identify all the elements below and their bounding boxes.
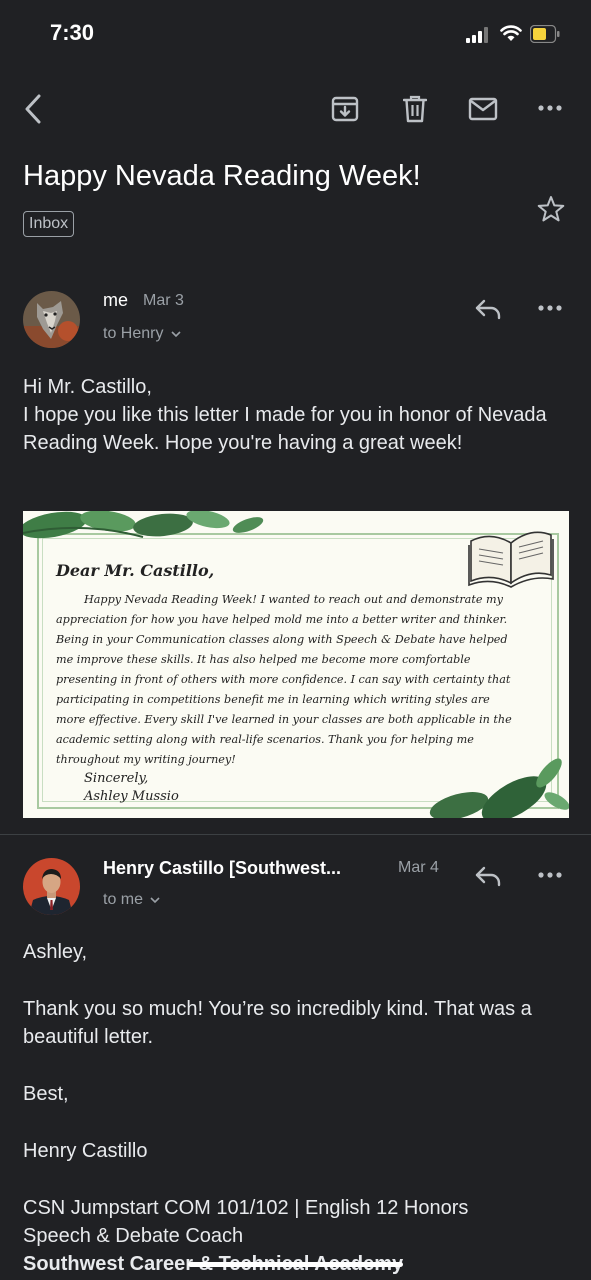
mark-unread-button[interactable] — [465, 92, 501, 126]
more-options-button[interactable] — [535, 96, 565, 120]
more-icon — [538, 872, 562, 878]
body-paragraph: Hi Mr. Castillo, — [23, 376, 152, 398]
recipient-details[interactable]: to me — [103, 891, 161, 909]
body-paragraph: Best, — [23, 1083, 69, 1105]
message-date: Mar 3 — [143, 292, 184, 309]
star-button[interactable] — [535, 193, 567, 225]
email-subject: Happy Nevada Reading Week! — [23, 160, 421, 192]
message-date: Mar 4 — [398, 859, 439, 876]
cellular-signal-icon — [466, 27, 488, 43]
battery-icon — [530, 25, 560, 43]
back-button[interactable] — [18, 92, 48, 126]
body-paragraph: I hope you like this letter I made for y… — [23, 404, 547, 454]
message-more-button[interactable] — [535, 863, 565, 887]
reply-button[interactable] — [472, 861, 504, 891]
sender-avatar-me[interactable] — [23, 291, 80, 348]
letter-body: Happy Nevada Reading Week! I wanted to r… — [56, 593, 512, 766]
trash-icon — [403, 95, 427, 123]
delete-button[interactable] — [398, 92, 432, 126]
signature-title: Speech & Debate Coach — [23, 1225, 244, 1247]
recipient-text: to me — [103, 891, 144, 908]
message-divider — [0, 834, 591, 835]
archive-icon — [331, 96, 359, 122]
more-icon — [538, 305, 562, 311]
chevron-down-icon — [150, 897, 161, 904]
mail-icon — [468, 97, 498, 121]
recipient-text: to Henry — [103, 325, 164, 342]
body-paragraph: Thank you so much! You’re so incredibly … — [23, 998, 532, 1048]
body-paragraph: Ashley, — [23, 941, 88, 963]
more-icon — [538, 105, 562, 111]
wifi-icon — [500, 25, 522, 41]
sender-avatar-henry[interactable] — [23, 858, 80, 915]
leaf-decoration-icon — [23, 511, 264, 539]
reply-icon — [475, 866, 501, 887]
sender-name: me — [103, 290, 129, 310]
inbox-label[interactable]: Inbox — [23, 211, 75, 237]
signature-title: CSN Jumpstart COM 101/102 | English 12 H… — [23, 1197, 469, 1219]
letter-signature: Ashley Mussio — [84, 789, 179, 804]
archive-button[interactable] — [328, 92, 362, 126]
sender-name: Henry Castillo [Southwest... — [103, 858, 342, 878]
letter-image[interactable]: Dear Mr. Castillo, Happy Nevada Reading … — [23, 511, 569, 818]
letter-closing: Sincerely, — [84, 771, 149, 786]
status-time: 7:30 — [50, 20, 95, 45]
signature-name: Henry Castillo — [23, 1140, 148, 1162]
message-body: Hi Mr. Castillo, I hope you like this le… — [23, 373, 568, 457]
message-more-button[interactable] — [535, 296, 565, 320]
home-indicator[interactable] — [188, 1262, 403, 1267]
letter-content: Dear Mr. Castillo, Happy Nevada Reading … — [56, 561, 516, 806]
reply-icon — [475, 299, 501, 320]
message-body: Ashley, Thank you so much! You’re so inc… — [23, 938, 568, 1278]
letter-greeting: Dear Mr. Castillo, — [56, 561, 215, 580]
star-icon — [537, 196, 565, 222]
back-arrow-icon — [25, 94, 41, 124]
recipient-details[interactable]: to Henry — [103, 325, 181, 343]
chevron-down-icon — [171, 331, 181, 338]
reply-button[interactable] — [472, 294, 504, 324]
